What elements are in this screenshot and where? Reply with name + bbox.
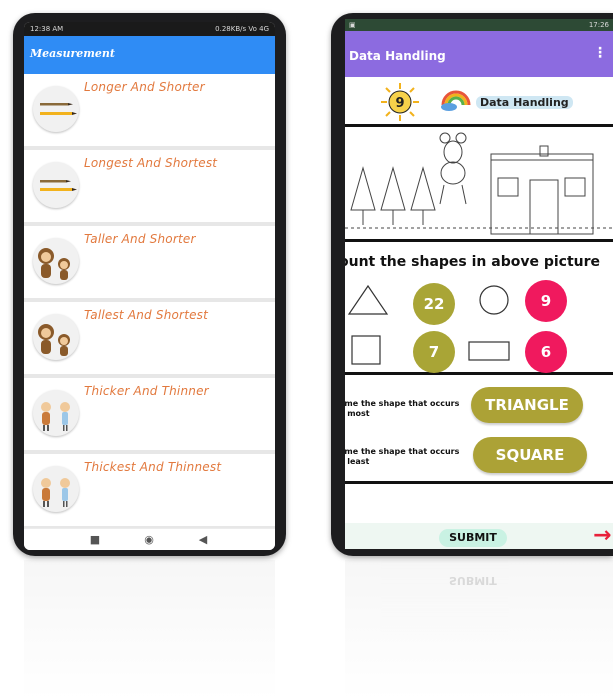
triangle-shape — [347, 284, 389, 315]
right-screen: ▣ 17:26 Data Handling ⋮ 9 Data Handling … — [345, 19, 613, 549]
answer-most-button[interactable]: TRIANGLE — [471, 387, 583, 423]
system-nav-bar: ■ ◉ ◀ — [24, 528, 275, 550]
circle-count-badge[interactable]: 9 — [525, 280, 567, 322]
list-item-label: Taller And Shorter — [84, 232, 196, 246]
pencils-icon — [33, 86, 79, 132]
sun-icon: 9 — [381, 83, 419, 121]
square-count-badge[interactable]: 7 — [413, 331, 455, 373]
question-most: ame the shape that occurs e most — [345, 399, 469, 419]
list-item[interactable]: Longest And Shortest — [24, 150, 275, 226]
answer-least-button[interactable]: SQUARE — [473, 437, 587, 473]
count-heading: ount the shapes in above picture — [345, 254, 601, 270]
triangle-count-badge[interactable]: 22 — [413, 283, 455, 325]
shapes-picture — [345, 130, 613, 242]
topic-list: Longer And Shorter Longest And Shortest — [24, 74, 275, 530]
rectangle-shape — [468, 341, 510, 361]
list-item-label: Longest And Shortest — [84, 156, 218, 170]
right-phone-frame: ▣ 17:26 Data Handling ⋮ 9 Data Handling … — [331, 13, 613, 556]
square-nav-icon[interactable]: ■ — [88, 533, 102, 547]
kids-icon — [33, 466, 79, 512]
status-time: 17:26 — [588, 21, 609, 29]
banner-title: Data Handling — [476, 96, 573, 109]
monkeys-icon — [33, 314, 79, 360]
left-phone-frame: 12:38 AM 0.28KB/s Vo 4G Measurement Long… — [13, 13, 286, 556]
question-panel: ame the shape that occurs e most TRIANGL… — [345, 378, 613, 484]
list-item[interactable]: Thickest And Thinnest — [24, 454, 275, 530]
pencils-icon — [33, 162, 79, 208]
list-item[interactable]: Tallest And Shortest — [24, 302, 275, 378]
list-item[interactable]: Thicker And Thinner — [24, 378, 275, 454]
left-screen: 12:38 AM 0.28KB/s Vo 4G Measurement Long… — [24, 22, 275, 550]
chapter-number: 9 — [395, 96, 404, 111]
circle-nav-icon[interactable]: ◉ — [142, 533, 156, 547]
list-item[interactable]: Taller And Shorter — [24, 226, 275, 302]
list-item-label: Thicker And Thinner — [84, 384, 209, 398]
app-title: Measurement — [30, 47, 116, 60]
list-item-label: Thickest And Thinnest — [84, 460, 222, 474]
chapter-banner: 9 Data Handling — [345, 77, 613, 127]
square-shape — [351, 335, 381, 365]
app-title: Data Handling — [349, 49, 446, 63]
circle-shape — [479, 285, 509, 315]
back-triangle-icon[interactable]: ◀ — [196, 533, 210, 547]
footer: SUBMIT → — [345, 487, 613, 549]
question-line: e most — [345, 409, 370, 418]
status-time: 12:38 AM — [30, 25, 64, 33]
overflow-menu-icon[interactable]: ⋮ — [593, 45, 607, 61]
count-shapes-panel: ount the shapes in above picture 22 9 7 … — [345, 245, 613, 375]
question-line: ame the shape that occurs — [345, 399, 460, 408]
submit-button[interactable]: SUBMIT — [439, 529, 507, 547]
status-indicators: 0.28KB/s Vo 4G — [215, 25, 269, 33]
app-bar: Measurement — [24, 36, 275, 74]
question-line: ame the shape that occurs — [345, 447, 460, 456]
question-least: ame the shape that occurs e least — [345, 447, 469, 467]
monkeys-icon — [33, 238, 79, 284]
notification-icon: ▣ — [349, 21, 356, 29]
trees-house-mouse-illustration — [345, 132, 613, 235]
list-item-label: Tallest And Shortest — [84, 308, 209, 322]
status-bar: 12:38 AM 0.28KB/s Vo 4G — [24, 22, 275, 36]
next-arrow-icon[interactable]: → — [593, 523, 611, 549]
list-item-label: Longer And Shorter — [84, 80, 205, 94]
kids-icon — [33, 390, 79, 436]
left-phone-reflection — [24, 560, 275, 700]
rainbow-icon — [441, 90, 471, 111]
reflected-submit-label: SUBMIT — [449, 574, 497, 587]
status-bar: ▣ 17:26 — [345, 19, 613, 31]
right-phone-reflection: SUBMIT — [345, 560, 613, 700]
rectangle-count-badge[interactable]: 6 — [525, 331, 567, 373]
list-item[interactable]: Longer And Shorter — [24, 74, 275, 150]
question-line: e least — [345, 457, 370, 466]
app-bar: Data Handling ⋮ — [345, 31, 613, 77]
